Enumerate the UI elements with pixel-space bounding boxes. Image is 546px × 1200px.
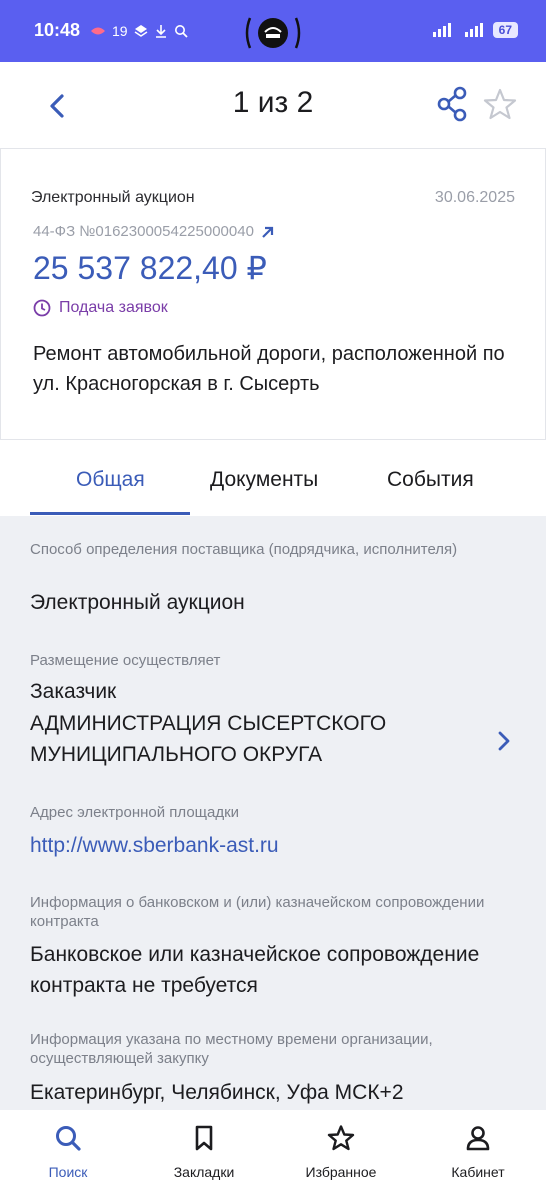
procurement-stage: Подача заявок xyxy=(33,299,168,317)
nav-bookmarks-label: Закладки xyxy=(173,1164,235,1180)
chevron-right-icon[interactable] xyxy=(494,727,514,755)
method-value: Электронный аукцион xyxy=(30,591,245,614)
tender-card: Электронный аукцион 30.06.2025 44-ФЗ №01… xyxy=(0,148,546,440)
share-icon[interactable] xyxy=(436,86,470,122)
person-icon xyxy=(466,1126,490,1151)
procurement-description: Ремонт автомобильной дороги, расположенн… xyxy=(33,343,505,395)
nav-cabinet-label: Кабинет xyxy=(451,1164,505,1180)
placement-org[interactable]: АДМИНИСТРАЦИЯ СЫСЕРТСКОГО МУНИЦИПАЛЬНОГО… xyxy=(30,708,470,770)
status-bar: 10:48 19 67 xyxy=(0,0,546,62)
placement-role: Заказчик xyxy=(30,680,117,703)
procurement-price: 25 537 822,40 ₽ xyxy=(33,250,267,286)
battery-icon: 67 xyxy=(492,22,518,38)
star-outline-icon[interactable] xyxy=(482,86,518,122)
signal-icon-2 xyxy=(464,23,483,37)
clock-icon xyxy=(33,299,51,317)
procurement-type: Электронный аукцион xyxy=(31,189,195,206)
nav-search-label: Поиск xyxy=(48,1164,88,1180)
details-content[interactable]: Способ определения поставщика (подрядчик… xyxy=(0,516,546,1110)
nav-cabinet[interactable]: Кабинет xyxy=(418,1124,538,1180)
star-icon xyxy=(327,1125,355,1151)
lips-icon xyxy=(91,27,105,35)
stage-label: Подача заявок xyxy=(59,299,168,316)
placement-label: Размещение осуществляет xyxy=(30,652,221,669)
active-tab-indicator xyxy=(30,512,190,515)
status-right-icons: 67 xyxy=(432,22,518,38)
nav-bookmarks[interactable]: Закладки xyxy=(144,1124,264,1180)
bottom-nav: Поиск Закладки Избранное Кабинет xyxy=(0,1110,546,1200)
notification-count: 19 xyxy=(112,23,128,39)
bank-support-label: Информация о банковском и (или) казначей… xyxy=(30,894,485,930)
procurement-number-link[interactable]: 44-ФЗ №0162300054225000040 xyxy=(33,223,276,240)
bank-support-value: Банковское или казначейское сопровождени… xyxy=(30,943,480,997)
signal-icon xyxy=(432,23,451,37)
bookmark-icon xyxy=(195,1125,213,1151)
status-notification-icons: 19 xyxy=(90,23,188,39)
tab-bar: Общая Документы События xyxy=(0,440,546,516)
external-link-arrow-icon xyxy=(262,226,274,238)
procurement-number: 44-ФЗ №0162300054225000040 xyxy=(33,223,254,240)
nav-favorites-label: Избранное xyxy=(305,1164,377,1180)
search-status-icon xyxy=(174,25,188,38)
platform-label: Адрес электронной площадки xyxy=(30,804,240,821)
platform-url-link[interactable]: http://www.sberbank-ast.ru xyxy=(30,830,510,861)
procurement-date: 30.06.2025 xyxy=(434,189,515,206)
timezone-label: Информация указана по местному времени о… xyxy=(30,1031,433,1067)
nav-search[interactable]: Поиск xyxy=(8,1124,128,1180)
tab-documents[interactable]: Документы xyxy=(210,468,318,492)
search-icon xyxy=(56,1126,81,1151)
tab-general[interactable]: Общая xyxy=(76,468,145,492)
download-icon xyxy=(155,25,166,38)
layers-icon xyxy=(134,25,147,37)
tab-events[interactable]: События xyxy=(387,468,474,492)
method-label: Способ определения поставщика (подрядчик… xyxy=(30,541,458,558)
timezone-value: Екатеринбург, Челябинск, Уфа МСК+2 xyxy=(30,1081,404,1104)
status-time: 10:48 xyxy=(34,20,81,40)
camera-cutout-icon xyxy=(245,17,301,49)
nav-favorites[interactable]: Избранное xyxy=(281,1124,401,1180)
app-bar: 1 из 2 xyxy=(0,62,546,148)
